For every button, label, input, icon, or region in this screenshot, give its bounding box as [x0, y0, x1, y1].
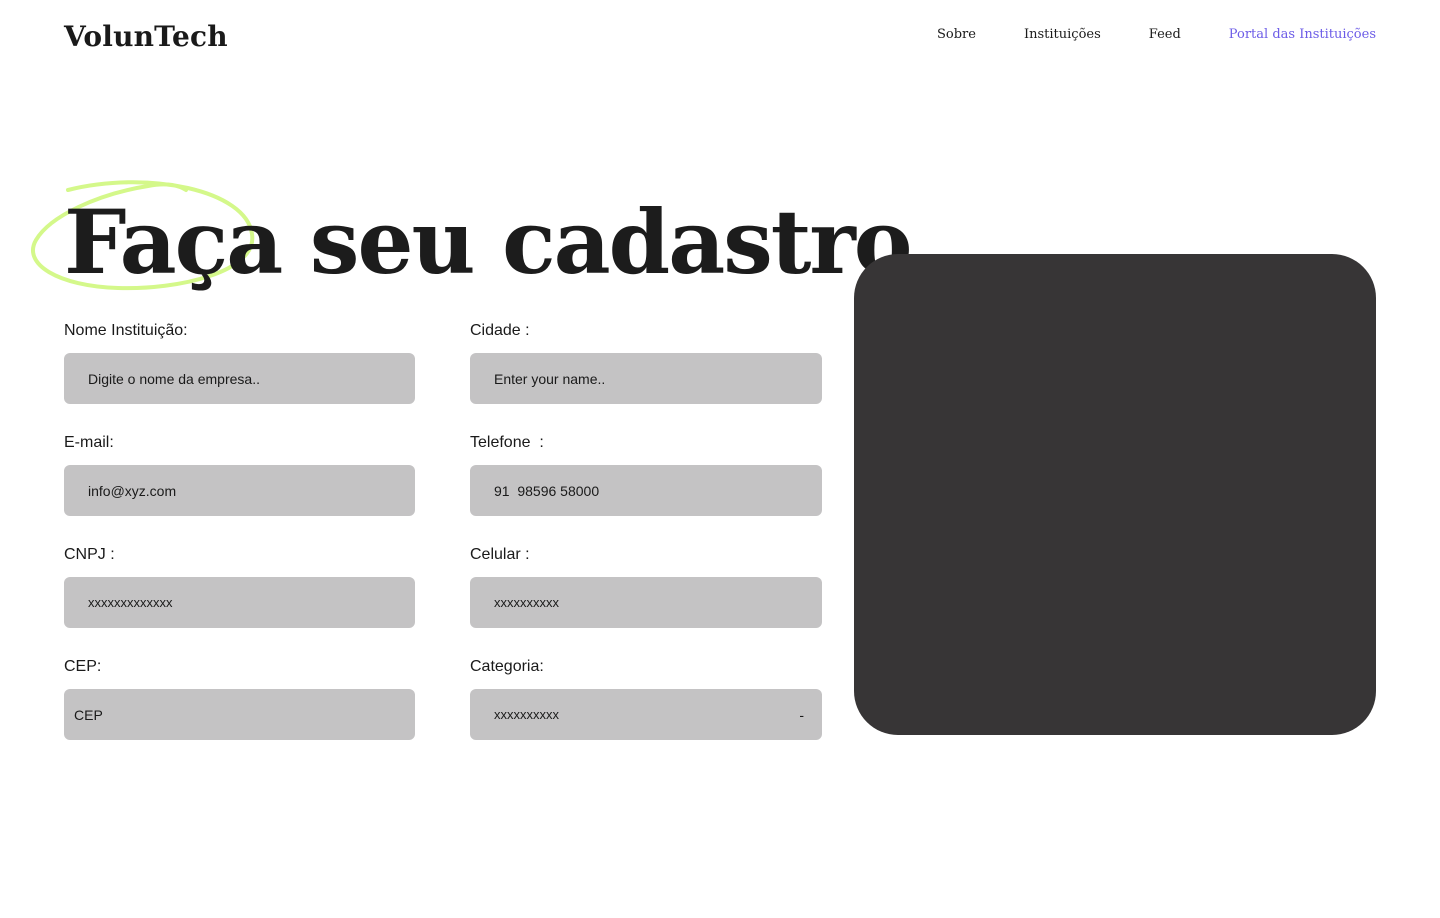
cnpj-label: CNPJ :: [64, 546, 115, 563]
cidade-input[interactable]: [470, 353, 822, 404]
telefone-label: Telefone :: [470, 434, 544, 451]
categoria-select[interactable]: xxxxxxxxxx -: [470, 689, 822, 740]
nav-link-portal-instituicoes[interactable]: Portal das Instituições: [1229, 27, 1376, 42]
dropdown-arrow-icon: -: [799, 706, 804, 723]
logo[interactable]: VolunTech: [64, 20, 228, 53]
image-placeholder-panel: [854, 254, 1376, 735]
cep-label: CEP:: [64, 658, 102, 675]
categoria-label: Categoria:: [470, 658, 544, 675]
nav-link-instituicoes[interactable]: Instituições: [1024, 27, 1101, 42]
cnpj-input[interactable]: [64, 577, 415, 628]
page-title: Faça seu cadastro: [64, 190, 912, 294]
main-nav: Sobre Instituições Feed Portal das Insti…: [937, 27, 1376, 42]
celular-input[interactable]: [470, 577, 822, 628]
cidade-label: Cidade :: [470, 322, 530, 339]
nome-instituicao-label: Nome Instituição:: [64, 322, 188, 339]
categoria-selected-value: xxxxxxxxxx: [494, 707, 559, 722]
cep-input[interactable]: [64, 689, 415, 740]
nav-link-sobre[interactable]: Sobre: [937, 27, 976, 42]
email-input[interactable]: [64, 465, 415, 516]
celular-label: Celular :: [470, 546, 530, 563]
email-label: E-mail:: [64, 434, 114, 451]
telefone-input[interactable]: [470, 465, 822, 516]
nome-instituicao-input[interactable]: [64, 353, 415, 404]
nav-link-feed[interactable]: Feed: [1149, 27, 1181, 42]
